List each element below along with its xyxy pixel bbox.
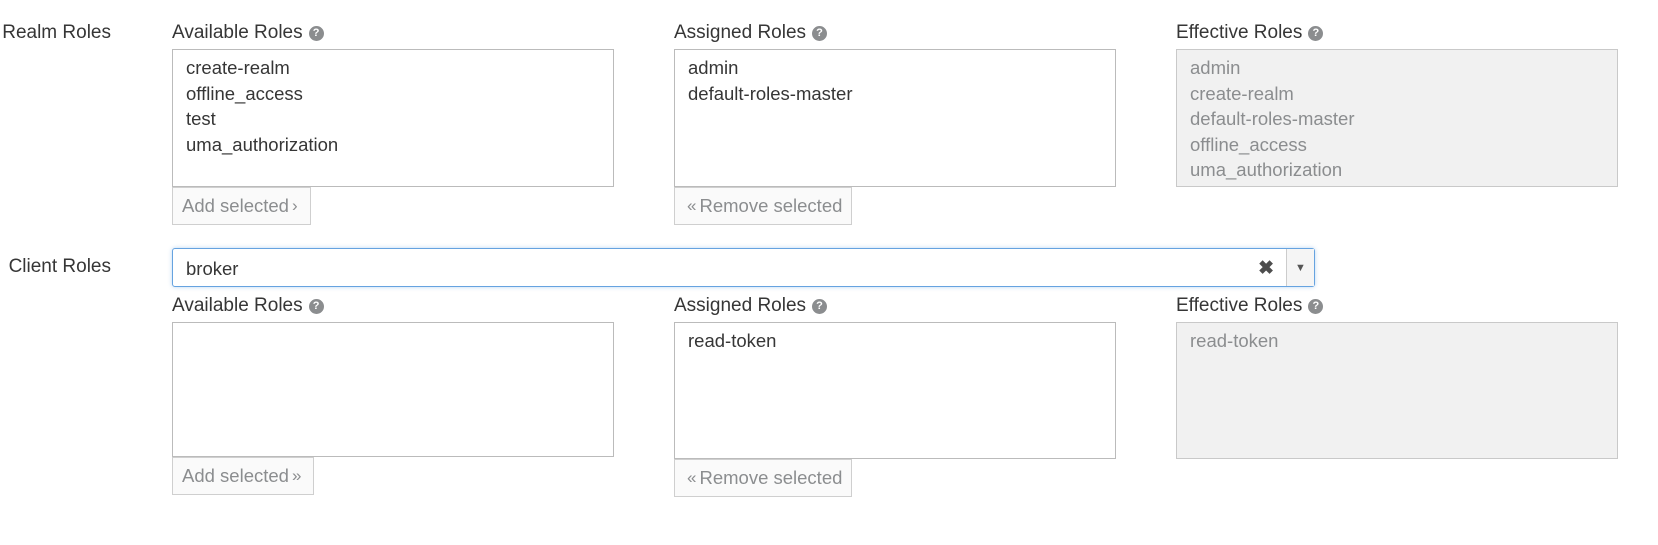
list-item[interactable]: uma_authorization (186, 132, 600, 158)
double-chevron-left-icon: « (687, 196, 697, 215)
button-label: Add selected (182, 195, 289, 216)
realm-effective-roles-heading: Effective Roles ? (1176, 22, 1324, 44)
client-available-roles-label: Available Roles (172, 295, 303, 316)
client-select-value: broker (186, 258, 239, 279)
button-label: Remove selected (699, 467, 843, 488)
double-chevron-right-icon: » (291, 466, 302, 485)
dropdown-arrow-icon[interactable]: ▼ (1286, 249, 1314, 286)
realm-remove-selected-button[interactable]: « Remove selected (674, 187, 853, 225)
realm-available-roles-heading: Available Roles ? (172, 22, 324, 44)
list-item: offline_access (1190, 133, 1307, 155)
help-icon[interactable]: ? (1308, 25, 1324, 41)
client-effective-roles-list: read-token (1176, 322, 1618, 459)
list-item[interactable]: test (186, 106, 600, 132)
list-item[interactable]: read-token (688, 328, 1102, 354)
list-item[interactable]: admin (688, 55, 1102, 81)
client-add-selected-button[interactable]: Add selected » (172, 457, 315, 495)
double-chevron-left-icon: « (687, 468, 697, 487)
realm-effective-roles-label: Effective Roles (1176, 22, 1303, 43)
button-label: Remove selected (699, 195, 843, 216)
help-icon[interactable]: ? (812, 298, 828, 314)
list-item: uma_authorization (1190, 159, 1343, 180)
list-item: admin (1190, 57, 1241, 78)
help-icon[interactable]: ? (308, 298, 324, 314)
client-available-roles-list[interactable] (172, 322, 614, 457)
realm-effective-roles-list: admin create-realm default-roles-master … (1176, 49, 1618, 187)
client-roles-label: Client Roles (8, 256, 111, 277)
list-item: create-realm (1190, 82, 1294, 104)
help-icon[interactable]: ? (308, 25, 324, 41)
client-assigned-roles-list[interactable]: read-token (674, 322, 1116, 459)
list-item: read-token (1190, 330, 1279, 351)
help-icon[interactable]: ? (1308, 298, 1324, 314)
client-effective-roles-heading: Effective Roles ? (1176, 295, 1324, 317)
list-item: default-roles-master (1190, 108, 1355, 129)
client-available-roles-heading: Available Roles ? (172, 295, 324, 317)
realm-roles-label: Realm Roles (2, 22, 111, 43)
client-effective-roles-label: Effective Roles (1176, 295, 1303, 316)
list-item[interactable]: default-roles-master (688, 81, 1102, 107)
client-select[interactable]: broker ✖ ▼ (172, 248, 1315, 287)
button-label: Add selected (182, 465, 289, 486)
chevron-right-icon: › (291, 196, 298, 215)
realm-available-roles-list[interactable]: create-realm offline_access test uma_aut… (172, 49, 614, 187)
list-item[interactable]: create-realm (186, 55, 600, 81)
client-remove-selected-button[interactable]: « Remove selected (674, 459, 853, 497)
client-assigned-roles-label: Assigned Roles (674, 295, 807, 316)
list-item[interactable]: offline_access (186, 81, 600, 107)
realm-assigned-roles-label: Assigned Roles (674, 22, 807, 43)
realm-available-roles-label: Available Roles (172, 22, 303, 43)
realm-assigned-roles-heading: Assigned Roles ? (674, 22, 828, 44)
client-assigned-roles-heading: Assigned Roles ? (674, 295, 828, 317)
help-icon[interactable]: ? (812, 25, 828, 41)
clear-icon[interactable]: ✖ (1258, 257, 1274, 280)
realm-assigned-roles-list[interactable]: admin default-roles-master (674, 49, 1116, 187)
realm-add-selected-button[interactable]: Add selected › (172, 187, 311, 225)
